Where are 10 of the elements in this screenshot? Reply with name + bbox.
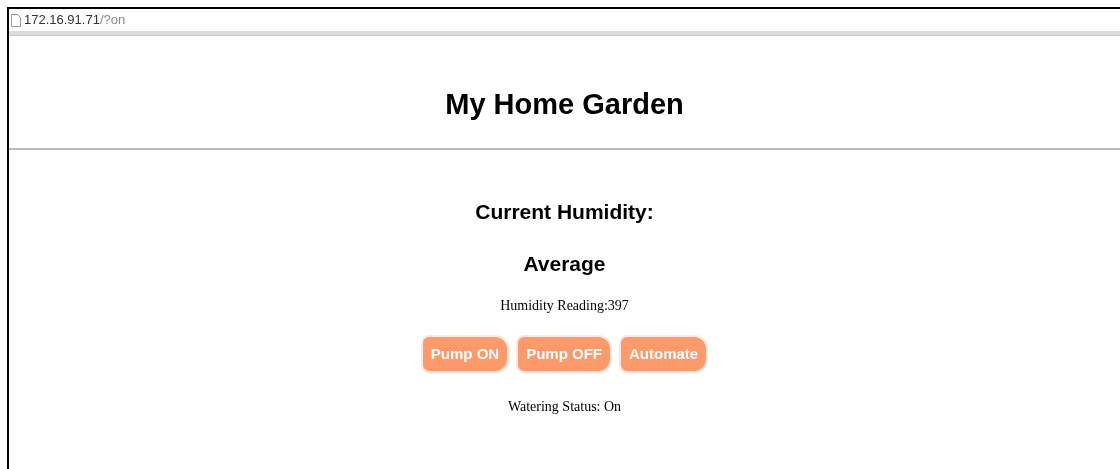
humidity-heading: Current Humidity: <box>475 199 654 225</box>
address-text[interactable]: 172.16.91.71/?on <box>24 10 126 30</box>
document-icon <box>11 13 21 27</box>
page-title: My Home Garden <box>445 86 684 122</box>
humidity-reading: Humidity Reading:397 <box>500 297 629 315</box>
humidity-level: Average <box>523 250 606 277</box>
action-button[interactable]: Pump ON <box>420 335 510 373</box>
action-button[interactable]: Automate <box>619 335 709 373</box>
watering-status: Watering Status: On <box>507 398 622 416</box>
action-button[interactable]: Pump OFF <box>516 335 612 373</box>
